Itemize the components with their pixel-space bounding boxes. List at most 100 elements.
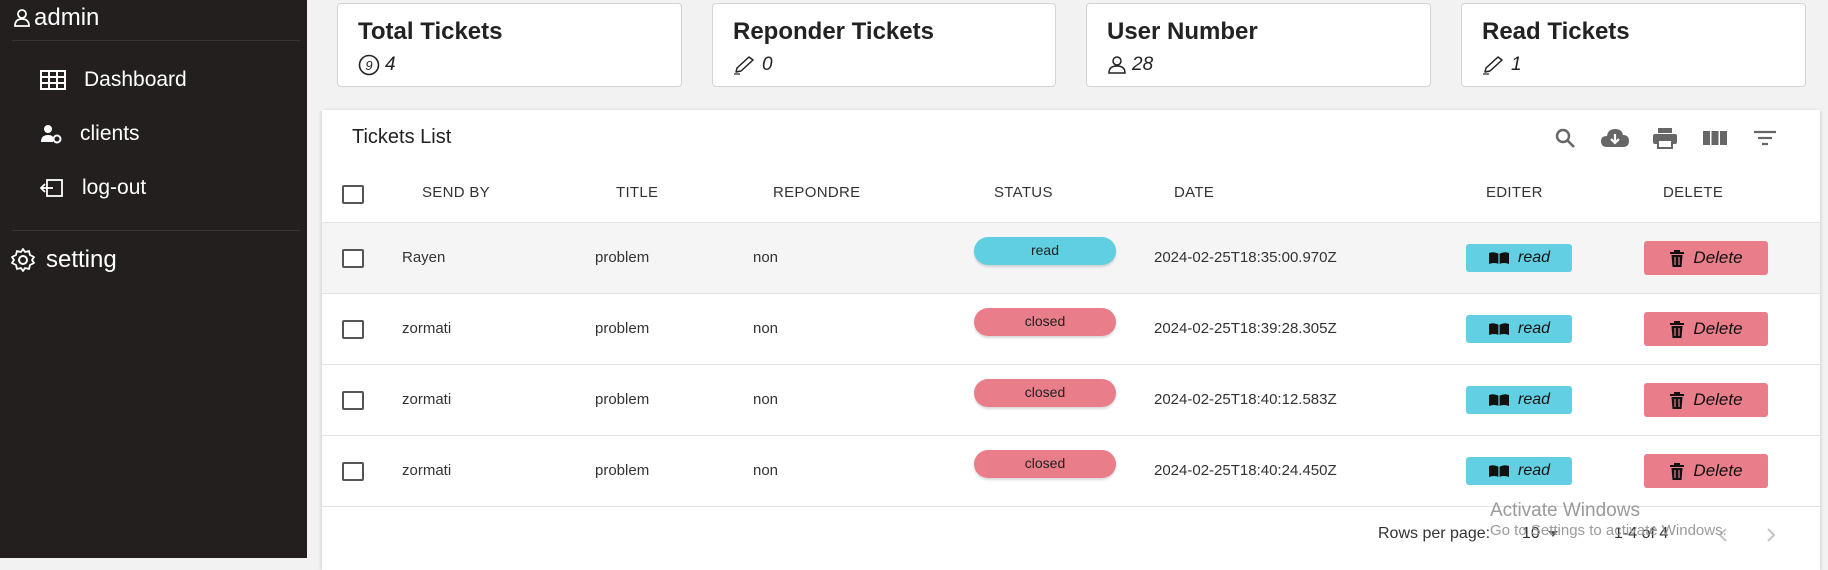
trash-icon (1669, 249, 1685, 267)
delete-button[interactable]: Delete (1644, 454, 1768, 488)
status-badge: closed (974, 379, 1116, 407)
repondre-cell: non (753, 462, 779, 479)
gear-icon (10, 247, 36, 273)
filter-button[interactable] (1750, 124, 1780, 152)
date-cell: 2024-02-25T18:39:28.305Z (1154, 320, 1337, 337)
activate-windows-title: Activate Windows (1490, 500, 1640, 521)
card-value: 4 (385, 54, 396, 75)
status-badge: read (974, 237, 1116, 265)
column-header-editer[interactable]: EDITER (1486, 184, 1543, 201)
sidebar: admin Dashboard clients log-out setting (0, 0, 307, 558)
columns-button[interactable] (1700, 124, 1730, 152)
card-value-row: 1 (1482, 54, 1522, 76)
column-header-status[interactable]: STATUS (994, 184, 1053, 201)
user-gear-icon (40, 124, 62, 144)
next-page-button[interactable] (1766, 528, 1776, 547)
card-value-row: 9 4 (358, 54, 396, 76)
card-value-row: 28 (1107, 54, 1153, 76)
row-checkbox[interactable] (342, 462, 364, 481)
delete-button[interactable]: Delete (1644, 383, 1768, 417)
setting-label: setting (46, 246, 117, 273)
delete-button[interactable]: Delete (1644, 312, 1768, 346)
delete-button-label: Delete (1693, 390, 1743, 409)
status-badge: closed (974, 308, 1116, 336)
download-icon (1600, 127, 1630, 149)
column-header-delete[interactable]: DELETE (1663, 184, 1723, 201)
row-checkbox[interactable] (342, 391, 364, 410)
read-button[interactable]: read (1466, 315, 1572, 343)
read-button[interactable]: read (1466, 244, 1572, 272)
date-cell: 2024-02-25T18:40:12.583Z (1154, 391, 1337, 408)
read-button-label: read (1517, 320, 1551, 337)
user-icon (12, 8, 32, 28)
trash-icon (1669, 320, 1685, 338)
send-by-cell: Rayen (402, 249, 446, 266)
columns-icon (1703, 130, 1727, 146)
column-header-repondre[interactable]: REPONDRE (773, 184, 860, 201)
divider (12, 230, 300, 231)
sidebar-item-dashboard[interactable]: Dashboard (40, 68, 187, 92)
column-header-send-by[interactable]: SEND BY (422, 184, 490, 201)
repondre-cell: non (753, 320, 779, 337)
table-row[interactable]: zormati problem non closed 2024-02-25T18… (322, 365, 1820, 436)
table-icon (40, 70, 66, 90)
pencil-icon (1482, 55, 1506, 75)
send-by-cell: zormati (402, 320, 452, 337)
row-checkbox[interactable] (342, 249, 364, 268)
pencil-icon (733, 55, 757, 75)
trash-icon (1669, 391, 1685, 409)
read-button[interactable]: read (1466, 386, 1572, 414)
divider (12, 40, 300, 41)
card-title: User Number (1107, 18, 1258, 45)
card-title: Read Tickets (1482, 18, 1630, 45)
reponder-tickets-card: Reponder Tickets 0 (712, 3, 1056, 87)
delete-button-label: Delete (1693, 319, 1743, 338)
search-button[interactable] (1550, 124, 1580, 152)
sidebar-item-setting[interactable]: setting (10, 246, 117, 274)
user-icon (1107, 56, 1127, 74)
read-tickets-card: Read Tickets 1 (1461, 3, 1806, 87)
chevron-right-icon (1766, 528, 1776, 542)
search-icon (1554, 127, 1576, 149)
title-cell: problem (595, 391, 650, 408)
column-header-date[interactable]: DATE (1174, 184, 1214, 201)
repondre-cell: non (753, 249, 779, 266)
activate-windows-subtitle: Go to Settings to activate Windows. (1490, 522, 1727, 539)
table-row[interactable]: zormati problem non closed 2024-02-25T18… (322, 436, 1820, 507)
table-row[interactable]: Rayen problem non read 2024-02-25T18:35:… (322, 223, 1820, 294)
logout-icon (40, 178, 64, 198)
sidebar-item-label: clients (80, 122, 140, 145)
print-icon (1652, 127, 1678, 149)
send-by-cell: zormati (402, 391, 452, 408)
nine-circle-icon: 9 (358, 54, 380, 76)
status-badge: closed (974, 450, 1116, 478)
read-button[interactable]: read (1466, 457, 1572, 485)
table-row[interactable]: zormati problem non closed 2024-02-25T18… (322, 294, 1820, 365)
admin-label: admin (34, 4, 100, 31)
download-button[interactable] (1600, 124, 1630, 152)
filter-icon (1753, 130, 1777, 146)
card-value: 1 (1511, 54, 1522, 75)
delete-button-label: Delete (1693, 248, 1743, 267)
card-title: Reponder Tickets (733, 18, 934, 45)
trash-icon (1669, 462, 1685, 480)
delete-button[interactable]: Delete (1644, 241, 1768, 275)
print-button[interactable] (1650, 124, 1680, 152)
book-icon (1488, 251, 1510, 265)
admin-user[interactable]: admin (12, 4, 99, 32)
table-title: Tickets List (352, 126, 452, 148)
date-cell: 2024-02-25T18:40:24.450Z (1154, 462, 1337, 479)
sidebar-item-label: Dashboard (84, 68, 187, 91)
column-header-title[interactable]: TITLE (616, 184, 658, 201)
card-value-row: 0 (733, 54, 773, 76)
select-all-checkbox[interactable] (342, 185, 364, 204)
card-title: Total Tickets (358, 18, 503, 45)
sidebar-item-logout[interactable]: log-out (40, 176, 146, 200)
card-value: 28 (1132, 54, 1154, 75)
book-icon (1488, 393, 1510, 407)
sidebar-item-clients[interactable]: clients (40, 122, 140, 146)
book-icon (1488, 464, 1510, 478)
row-checkbox[interactable] (342, 320, 364, 339)
user-number-card: User Number 28 (1086, 3, 1431, 87)
date-cell: 2024-02-25T18:35:00.970Z (1154, 249, 1337, 266)
